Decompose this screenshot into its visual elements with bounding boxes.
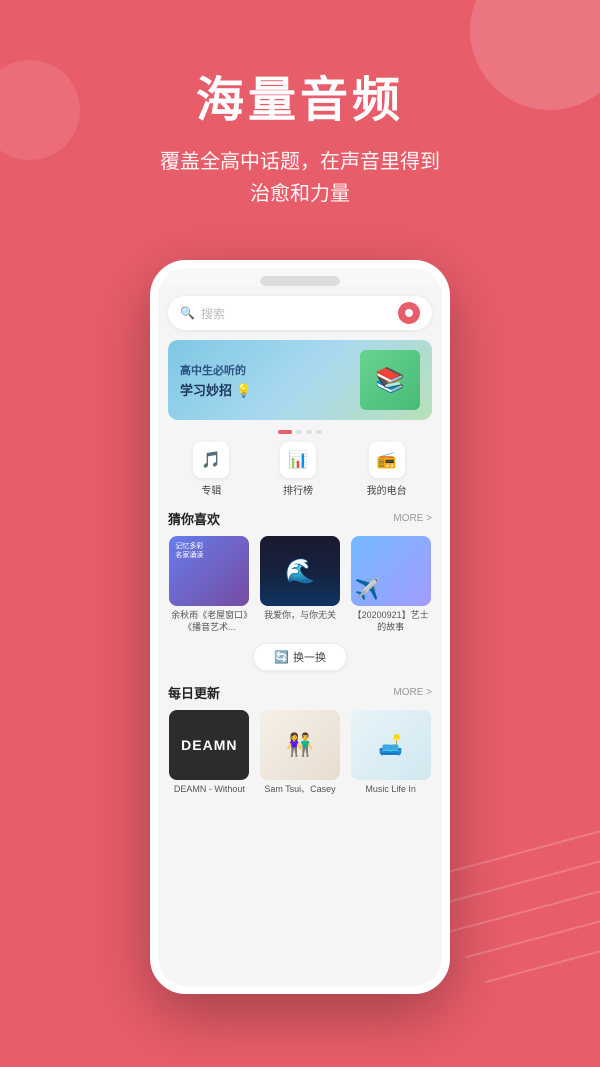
daily-cover-1-text: DEAMN <box>181 737 237 753</box>
radio-icon: 📻 <box>369 442 405 478</box>
refresh-button[interactable]: 🔄 换一换 <box>253 643 347 671</box>
refresh-text: 换一换 <box>293 649 326 665</box>
rec-item-3[interactable]: ✈️ 【20200921】艺士的故事 <box>349 536 432 633</box>
banner-image: 📚 <box>360 350 420 410</box>
daily-cover-2: 👫 <box>260 710 340 780</box>
daily-cover-3: 🛋️ <box>351 710 431 780</box>
quick-nav-albums[interactable]: 🎵 专辑 <box>193 442 229 497</box>
daily-section-header: 每日更新 MORE > <box>168 683 432 702</box>
record-button[interactable] <box>398 302 420 324</box>
daily-title: 每日更新 <box>168 683 220 702</box>
refresh-icon: 🔄 <box>274 650 289 664</box>
search-placeholder: 搜索 <box>201 305 398 322</box>
sub-title-line1: 覆盖全高中话题，在声音里得到 <box>160 151 440 173</box>
rec-cover-1: 记忆多彩名家诵读 <box>169 536 249 606</box>
sub-title-line2: 治愈和力量 <box>250 183 350 205</box>
daily-cover-1: DEAMN <box>169 710 249 780</box>
daily-item-1[interactable]: DEAMN DEAMN - Without <box>168 710 251 796</box>
daily-label-3: Music Life In <box>365 784 416 796</box>
search-icon: 🔍 <box>180 306 195 320</box>
rec-item-2[interactable]: 🌊 我爱你，与你无关 <box>259 536 342 633</box>
daily-grid: DEAMN DEAMN - Without 👫 Sam Tsui、Casey 🛋… <box>168 710 432 796</box>
rec-item-1[interactable]: 记忆多彩名家诵读 余秋雨《老屋窗口》《播音艺术... <box>168 536 251 633</box>
charts-icon: 📊 <box>280 442 316 478</box>
charts-label: 排行榜 <box>283 482 313 497</box>
record-button-inner <box>405 309 413 317</box>
daily-label-2: Sam Tsui、Casey <box>264 784 335 796</box>
dot-4 <box>316 430 322 434</box>
daily-item-3[interactable]: 🛋️ Music Life In <box>349 710 432 796</box>
search-bar[interactable]: 🔍 搜索 <box>168 296 432 330</box>
dot-1 <box>278 430 292 434</box>
sub-title: 覆盖全高中话题，在声音里得到 治愈和力量 <box>0 146 600 210</box>
rec-label-2: 我爱你，与你无关 <box>264 610 336 622</box>
banner-line2: 学习妙招 💡 <box>180 380 360 399</box>
quick-nav-charts[interactable]: 📊 排行榜 <box>280 442 316 497</box>
main-title: 海量音频 <box>0 60 600 130</box>
dot-2 <box>296 430 302 434</box>
banner-text: 高中生必听的 学习妙招 💡 <box>180 362 360 399</box>
rec-cover-3: ✈️ <box>351 536 431 606</box>
quick-nav-radio[interactable]: 📻 我的电台 <box>367 442 407 497</box>
phone-body: 🔍 搜索 高中生必听的 学习妙招 💡 📚 <box>150 260 450 994</box>
banner[interactable]: 高中生必听的 学习妙招 💡 📚 <box>168 340 432 420</box>
recommend-section-header: 猜你喜欢 MORE > <box>168 509 432 528</box>
phone-notch <box>260 276 340 286</box>
recommend-more[interactable]: MORE > <box>393 513 432 524</box>
banner-line1: 高中生必听的 <box>180 362 360 378</box>
radio-label: 我的电台 <box>367 482 407 497</box>
recommend-title: 猜你喜欢 <box>168 509 220 528</box>
daily-more[interactable]: MORE > <box>393 687 432 698</box>
quick-nav: 🎵 专辑 📊 排行榜 📻 我的电台 <box>168 442 432 497</box>
rec-cover-1-text: 记忆多彩名家诵读 <box>175 542 203 560</box>
banner-dots <box>168 430 432 434</box>
dot-3 <box>306 430 312 434</box>
phone-content: 🔍 搜索 高中生必听的 学习妙招 💡 📚 <box>158 286 442 986</box>
daily-label-1: DEAMN - Without <box>174 784 245 796</box>
rec-label-1: 余秋雨《老屋窗口》《播音艺术... <box>169 610 249 633</box>
daily-item-2[interactable]: 👫 Sam Tsui、Casey <box>259 710 342 796</box>
albums-icon: 🎵 <box>193 442 229 478</box>
recommend-grid: 记忆多彩名家诵读 余秋雨《老屋窗口》《播音艺术... 🌊 我爱你，与你无关 ✈️… <box>168 536 432 633</box>
header-section: 海量音频 覆盖全高中话题，在声音里得到 治愈和力量 <box>0 0 600 230</box>
albums-label: 专辑 <box>201 482 221 497</box>
phone-mockup: 🔍 搜索 高中生必听的 学习妙招 💡 📚 <box>0 260 600 994</box>
rec-label-3: 【20200921】艺士的故事 <box>351 610 431 633</box>
rec-cover-2: 🌊 <box>260 536 340 606</box>
